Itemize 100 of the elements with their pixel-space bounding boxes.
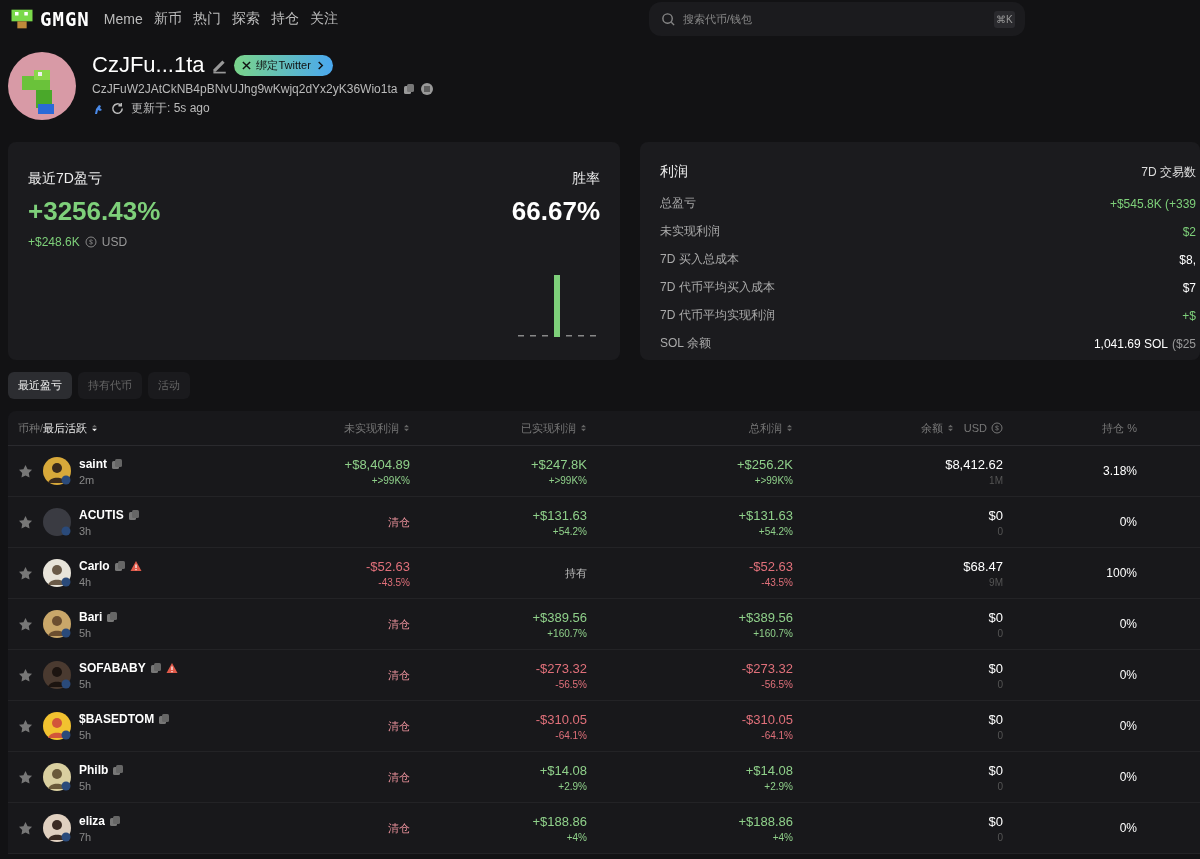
holding-percent: 100% [1106,566,1137,580]
stat-value: $7 [1182,280,1196,295]
profit-value: +$14.08 [539,762,587,778]
star-icon[interactable] [18,718,33,734]
profit-percent: +2.9% [764,780,793,792]
chevron-right-icon [315,60,325,70]
copy-icon[interactable] [403,83,416,95]
star-icon[interactable] [18,667,33,683]
star-icon[interactable] [18,769,33,785]
profit-value: +$14.08 [745,762,793,778]
token-name[interactable]: Bari [79,609,103,624]
nav-link[interactable]: Meme [103,11,143,27]
profit-percent: +4% [772,831,793,843]
copy-icon[interactable] [127,508,140,521]
star-icon[interactable] [18,514,33,530]
balance-value: $0 [988,813,1003,829]
last-active-time: 4h [79,575,93,588]
balance-value: $0 [988,762,1003,778]
copy-icon[interactable] [111,457,123,470]
profit-value: +$247.8K [530,456,587,472]
wallet-address: CzJFuW2JAtCkNB4pBNvUJhg9wKwjq2dYx2yK36Wio1ta [92,82,398,96]
profit-value: -$52.63 [748,558,793,574]
position-status: 清仓 [388,667,410,683]
currency-label: USD [101,235,128,249]
stat-value: +$ [1182,308,1196,323]
stat-value: +$545.8K (+339 [1109,196,1196,211]
position-status: 清仓 [388,718,410,734]
column-header[interactable]: 余额 [920,420,943,436]
refresh-icon[interactable] [110,101,125,116]
balance-value: $68.47 [963,558,1003,574]
trades-label: 7D 交易数 [1141,163,1196,181]
profit-value: +$131.63 [738,507,793,523]
profit-value: +$131.63 [532,507,587,523]
profit-value: -$273.32 [535,660,587,676]
copy-icon[interactable] [149,661,162,674]
position-status: 清仓 [388,820,410,836]
column-header[interactable]: 最后活跃 [43,420,88,436]
profit-percent: -43.5% [761,576,793,588]
copy-icon[interactable] [106,610,119,623]
star-icon[interactable] [18,565,33,581]
copy-icon[interactable] [158,712,171,725]
balance-value: $0 [988,609,1003,625]
tab[interactable]: 最近盈亏 [8,372,72,399]
balance-value: $0 [988,660,1003,676]
profit-percent: +160.7% [547,627,587,639]
nav-link[interactable]: 持仓 [270,10,299,28]
token-name[interactable]: Carlo [79,558,110,573]
menu-icon[interactable] [421,83,434,95]
winrate-label: 胜率 [572,170,600,188]
profit-percent: +4% [566,831,587,843]
currency-switch-icon[interactable] [991,422,1003,434]
holding-percent: 0% [1119,821,1137,835]
copy-icon[interactable] [112,763,125,776]
last-active-time: 5h [79,779,93,792]
position-status: 清仓 [388,769,410,785]
last-active-time: 5h [79,677,93,690]
stat-value: 1,041.69 SOL [1093,336,1168,351]
last-active-time: 2m [79,473,96,486]
profit-percent: +2.9% [558,780,587,792]
column-header[interactable]: 已实现利润 [521,420,576,436]
brand-name[interactable]: GMGN [40,8,90,30]
nav-link[interactable]: 热门 [192,10,221,28]
token-name[interactable]: SOFABABY [79,660,146,675]
token-name[interactable]: Philb [79,762,109,777]
token-name[interactable]: eliza [79,813,105,828]
holding-percent: 0% [1119,770,1137,784]
holding-percent: 0% [1119,515,1137,529]
token-name[interactable]: saint [79,456,107,471]
sort-icon[interactable] [91,423,99,433]
bind-twitter-button[interactable]: 绑定Twitter [234,54,333,76]
token-name[interactable]: $BASEDTOM [79,711,155,726]
position-status: 持有 [565,565,587,581]
card-title: 最近7D盈亏 [28,170,103,188]
profit-percent: -56.5% [555,678,587,690]
column-header[interactable]: 未实现利润 [344,420,399,436]
last-active-time: 5h [79,626,93,639]
column-header[interactable]: 总利润 [749,420,782,436]
profit-percent: +>99K% [371,474,410,486]
position-status: 清仓 [388,514,410,530]
nav-link[interactable]: 新币 [153,10,182,28]
star-icon[interactable] [18,463,33,479]
star-icon[interactable] [18,616,33,632]
stat-label: 未实现利润 [660,223,721,240]
profit-percent: +160.7% [753,627,793,639]
profit-percent: +54.2% [758,525,793,537]
column-header: 币种/ [18,420,44,436]
copy-icon[interactable] [113,559,126,572]
pnl-amount: +$248.6K [28,235,80,249]
nav-link[interactable]: 探索 [231,10,260,28]
position-status: 清仓 [388,616,410,632]
copy-icon[interactable] [109,814,121,827]
stat-label: SOL 余额 [660,335,712,352]
profit-percent: -56.5% [761,678,793,690]
last-active-time: 7h [79,830,93,843]
shortcut-key: ⌘K [994,11,1015,28]
token-name[interactable]: ACUTIS [79,507,124,522]
currency-switch-icon[interactable] [84,236,97,248]
nav-link[interactable]: 关注 [309,10,338,28]
profit-value: -$273.32 [741,660,793,676]
star-icon[interactable] [18,820,33,836]
